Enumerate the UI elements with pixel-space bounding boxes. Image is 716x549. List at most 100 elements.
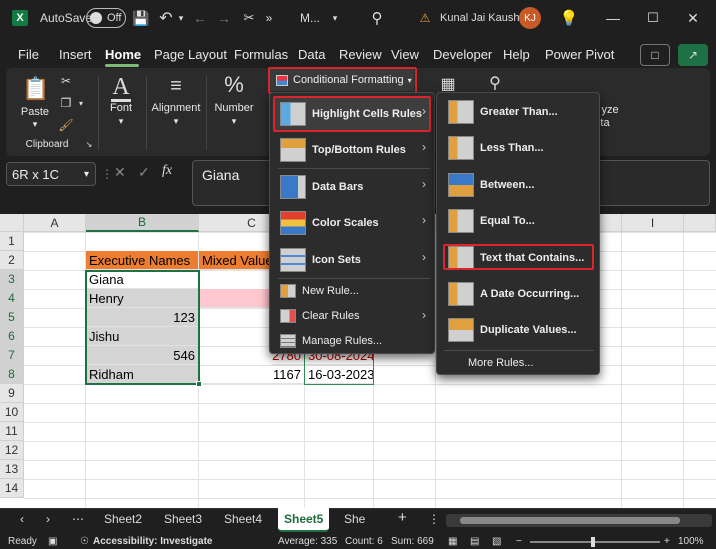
row-header[interactable]: 11 [0,422,24,441]
cell-c2[interactable]: Mixed Value [199,251,271,270]
page-break-view-icon[interactable]: ▧ [492,536,501,547]
menu-power-pivot[interactable]: Power Pivot [545,47,614,62]
cut-icon[interactable]: ✂ [242,0,256,36]
row-header[interactable]: 14 [0,479,24,498]
column-header[interactable]: I [622,214,684,232]
document-name[interactable]: M... [300,0,320,36]
row-header[interactable]: 5 [0,308,24,327]
zoom-out-icon[interactable]: − [516,536,522,547]
hc-item-text-that-contains[interactable]: Text that Contains... [448,244,594,272]
cf-item-manage-rules[interactable]: Manage Rules... [280,333,430,349]
hc-item-date-occurring[interactable]: A Date Occurring... [448,280,594,308]
customize-toolbar-icon[interactable]: » [264,0,274,36]
sheet-tab[interactable]: She [344,512,365,526]
sheet-tab-active[interactable]: Sheet5 [278,508,330,532]
back-icon[interactable]: ← [192,0,208,36]
insert-function-icon[interactable]: fx [162,163,182,183]
sheet-tab[interactable]: Sheet2 [104,512,142,526]
name-box[interactable]: 6R x 1C ▾ [6,162,96,186]
zoom-level[interactable]: 100% [678,536,704,547]
zoom-slider-thumb[interactable] [591,537,595,547]
close-icon[interactable]: ✕ [686,0,700,36]
accessibility-status[interactable]: Accessibility: Investigate [93,536,213,547]
conditional-formatting-button[interactable]: Conditional Formatting ▾ [270,69,414,91]
row-header[interactable]: 6 [0,327,24,346]
analyze-search-icon[interactable]: ⚲ [484,72,506,94]
paste-chevron-down-icon[interactable]: ▾ [28,119,42,130]
zoom-slider[interactable] [530,537,660,547]
cancel-entry-icon[interactable]: ✕ [114,164,132,184]
search-icon[interactable]: ⚲ [368,0,386,36]
row-header[interactable]: 3 [0,270,24,289]
scroll-right-icon[interactable]: › [46,512,50,526]
cut-ribbon-icon[interactable]: ✂ [58,73,74,89]
minimize-icon[interactable]: — [606,0,620,36]
menu-data[interactable]: Data [298,47,325,62]
menu-review[interactable]: Review [339,47,382,62]
row-header[interactable]: 9 [0,384,24,403]
analyze-data-label-1[interactable]: yze [600,104,620,116]
hc-item-duplicate-values[interactable]: Duplicate Values... [448,316,594,344]
normal-view-icon[interactable]: ▦ [448,536,457,547]
confirm-entry-icon[interactable]: ✓ [138,164,156,184]
cell-c4[interactable] [199,289,271,308]
hc-item-equal-to[interactable]: Equal To... [448,207,594,235]
doc-chevron-down-icon[interactable]: ▾ [330,0,340,36]
autosave-toggle[interactable]: Off [85,0,127,36]
alignment-chevron-down-icon[interactable]: ▾ [169,116,183,127]
menu-view[interactable]: View [391,47,419,62]
formula-bar-dots-icon[interactable]: ⋮ [101,162,113,186]
cf-item-top-bottom-rules[interactable]: Top/Bottom Rules [280,136,430,164]
clipboard-launcher-icon[interactable]: ↘ [84,139,94,149]
accessibility-icon[interactable]: ☉ [80,536,89,547]
select-all-corner[interactable] [0,214,24,232]
menu-home[interactable]: Home [105,47,141,62]
row-header[interactable]: 1 [0,232,24,251]
row-header[interactable]: 7 [0,346,24,365]
menu-formulas[interactable]: Formulas [234,47,288,62]
scroll-left-icon[interactable]: ‹ [20,512,24,526]
row-header[interactable]: 4 [0,289,24,308]
row-header[interactable]: 8 [0,365,24,384]
row-header[interactable]: 2 [0,251,24,270]
undo-icon[interactable]: ↶ [158,0,174,36]
save-icon[interactable]: 💾 [132,0,150,36]
font-icon[interactable]: A [108,72,134,102]
row-header[interactable]: 12 [0,441,24,460]
hc-item-greater-than[interactable]: Greater Than... [448,98,594,126]
alignment-label[interactable]: Alignment [150,102,202,114]
hc-item-less-than[interactable]: Less Than... [448,134,594,162]
page-layout-view-icon[interactable]: ▤ [470,536,479,547]
fill-handle[interactable] [196,381,202,387]
column-header[interactable] [684,214,716,232]
hc-item-more-rules[interactable]: More Rules... [468,355,588,371]
menu-help[interactable]: Help [503,47,530,62]
menu-page-layout[interactable]: Page Layout [154,47,227,62]
cell-b2[interactable]: Executive Names [86,251,199,270]
sheet-options-icon[interactable]: ⋮ [428,512,440,526]
row-header[interactable]: 13 [0,460,24,479]
font-chevron-down-icon[interactable]: ▾ [114,116,128,127]
undo-dropdown-icon[interactable]: ▾ [176,0,186,36]
column-header[interactable]: A [24,214,86,232]
cf-item-data-bars[interactable]: Data Bars [280,173,430,201]
menu-file[interactable]: File [18,47,39,62]
format-painter-icon[interactable]: 🖌 [58,117,74,133]
cf-item-highlight-cells-rules[interactable]: Highlight Cells Rules [280,100,430,128]
paste-label[interactable]: Paste [18,106,52,118]
analyze-data-label-2[interactable]: ta [598,117,612,129]
cf-item-color-scales[interactable]: Color Scales [280,209,430,237]
name-box-chevron-down-icon[interactable]: ▾ [84,169,89,180]
number-label[interactable]: Number [212,102,256,114]
add-sheet-icon[interactable]: + [398,509,407,526]
cf-item-new-rule[interactable]: New Rule... [280,283,430,299]
sheet-tab[interactable]: Sheet3 [164,512,202,526]
cf-item-icon-sets[interactable]: Icon Sets [280,246,430,274]
alignment-icon[interactable]: ≡ [162,72,190,100]
forward-icon[interactable]: → [216,0,232,36]
menu-developer[interactable]: Developer [433,47,492,62]
scrollbar-thumb[interactable] [460,517,680,524]
sheet-tab[interactable]: Sheet4 [224,512,262,526]
copy-chevron-icon[interactable]: ▾ [76,97,86,109]
paste-icon[interactable]: 📋 [22,74,50,104]
